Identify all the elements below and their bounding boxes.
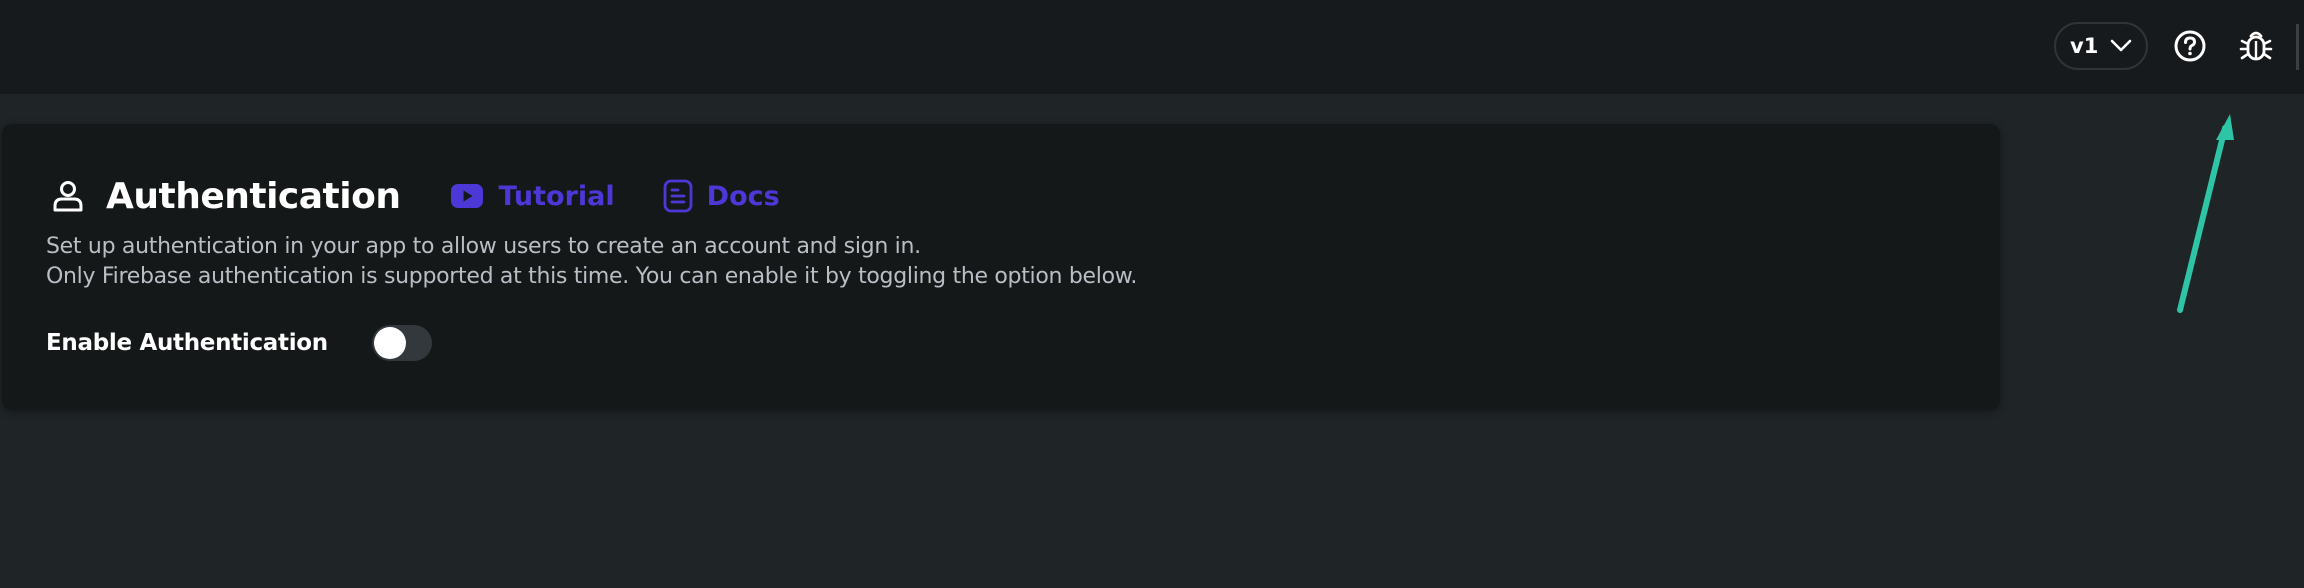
enable-authentication-toggle[interactable]	[371, 325, 432, 361]
divider	[2296, 24, 2299, 70]
user-icon	[53, 181, 83, 212]
chevron-down-icon	[2111, 39, 2132, 52]
header-row: Authentication Tutorial Docs	[50, 166, 780, 226]
tutorial-link[interactable]: Tutorial	[450, 180, 615, 212]
bug-icon[interactable]	[2237, 27, 2275, 65]
document-icon	[663, 179, 693, 213]
top-bar: v1	[0, 0, 2304, 94]
description-line-2: Only Firebase authentication is supporte…	[46, 264, 1138, 289]
toggle-knob	[373, 327, 406, 359]
description-line-1: Set up authentication in your app to all…	[46, 234, 921, 259]
page-title: Authentication	[106, 175, 401, 217]
enable-authentication-row: Enable Authentication	[46, 324, 432, 362]
help-icon[interactable]	[2172, 28, 2208, 64]
docs-link[interactable]: Docs	[663, 179, 780, 213]
version-value: v1	[2070, 34, 2099, 58]
description: Set up authentication in your app to all…	[46, 232, 1137, 292]
youtube-icon	[451, 184, 484, 208]
authentication-card: Authentication Tutorial Docs Set up auth…	[2, 124, 2000, 410]
enable-authentication-label: Enable Authentication	[46, 330, 328, 356]
tutorial-label: Tutorial	[498, 180, 615, 212]
version-select[interactable]: v1	[2054, 22, 2148, 70]
docs-label: Docs	[706, 180, 780, 212]
